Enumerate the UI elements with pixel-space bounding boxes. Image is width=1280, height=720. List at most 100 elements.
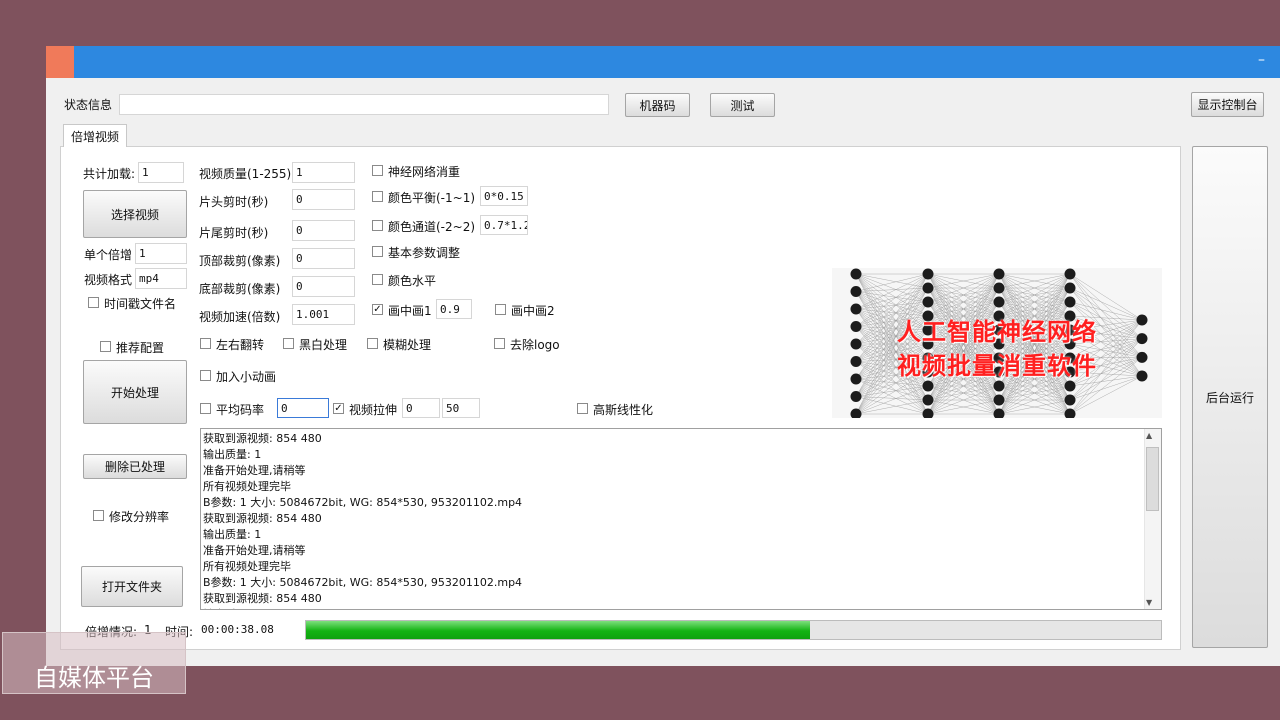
avg-bitrate-checkbox[interactable] [200,403,211,414]
nn-node [993,296,1005,308]
avg-bitrate-field[interactable]: 0 [277,398,329,418]
delete-processed-button[interactable]: 删除已处理 [83,454,187,479]
top-crop-field[interactable]: 0 [292,248,355,269]
black-white-checkbox[interactable] [283,338,294,349]
nn-edge [855,273,929,292]
log-line: 所有视频处理完毕 [203,480,291,493]
bottom-crop-field[interactable]: 0 [292,276,355,297]
pip2-label: 画中画2 [511,304,555,318]
nn-node [922,394,934,406]
video-stretch-checkbox[interactable]: ✓ [333,403,344,414]
neural-dedup-label: 神经网络消重 [388,165,461,179]
machine-code-button[interactable]: 机器码 [625,93,690,117]
stretch-a-field[interactable]: 0 [402,398,440,418]
speed-field[interactable]: 1.001 [292,304,355,325]
nn-node [993,394,1005,406]
nn-node [922,296,934,308]
title-bar[interactable] [46,46,1280,78]
log-line: 获取到源视频: 854 480 [203,512,322,525]
show-console-button[interactable]: 显示控制台 [1191,92,1264,117]
blur-label: 模糊处理 [383,338,432,352]
status-label: 状态信息 [64,98,113,112]
log-line: 准备开始处理,请稍等 [203,464,306,477]
color-balance-checkbox[interactable] [372,191,383,202]
quality-field[interactable]: 1 [292,162,355,183]
nn-node [922,282,934,294]
video-stretch-label: 视频拉伸 [349,403,398,417]
flip-lr-checkbox[interactable] [200,338,211,349]
bottom-crop-label: 底部裁剪(像素) [199,282,281,296]
add-animation-label: 加入小动画 [216,370,277,384]
nn-node [1064,296,1076,308]
color-channel-checkbox[interactable] [372,220,383,231]
tail-cut-field[interactable]: 0 [292,220,355,241]
speed-label: 视频加速(倍数) [199,310,281,324]
timestamp-filename-label: 时间戳文件名 [104,297,177,311]
nn-node [850,391,862,402]
log-scrollbar[interactable]: ▲ ▼ [1144,429,1161,609]
status-field[interactable] [119,94,609,115]
color-channel-field[interactable]: 0.7*1.2 [480,215,528,235]
head-cut-label: 片头剪时(秒) [199,195,269,209]
gauss-linear-checkbox[interactable] [577,403,588,414]
start-processing-button[interactable]: 开始处理 [83,360,187,424]
watermark-overlay: 自媒体平台 [2,632,186,694]
nn-node [1064,394,1076,406]
stretch-b-field[interactable]: 50 [442,398,480,418]
nn-edge [855,273,929,289]
test-button[interactable]: 测试 [710,93,775,117]
total-loaded-field[interactable]: 1 [138,162,184,183]
color-balance-field[interactable]: 0*0.15 [480,186,528,206]
recommended-config-checkbox[interactable] [100,341,111,352]
add-animation-checkbox[interactable] [200,370,211,381]
banner-line2: 视频批量消重软件 [897,352,1097,380]
pip1-checkbox[interactable]: ✓ [372,304,383,315]
log-line: 输出质量: 1 [203,528,262,541]
quality-label: 视频质量(1-255) [199,167,292,181]
neural-dedup-checkbox[interactable] [372,165,383,176]
nn-node [993,282,1005,294]
pip1-field[interactable]: 0.9 [436,299,472,319]
log-line: 准备开始处理,请稍等 [203,544,306,557]
scroll-down-icon[interactable]: ▼ [1146,598,1152,607]
modify-resolution-checkbox[interactable] [93,510,104,521]
scrollbar-thumb[interactable] [1146,447,1159,511]
background-run-button[interactable]: 后台运行 [1192,146,1268,648]
remove-logo-checkbox[interactable] [494,338,505,349]
minimize-icon[interactable]: – [1258,52,1265,68]
video-format-field[interactable]: mp4 [135,268,187,289]
color-level-checkbox[interactable] [372,274,383,285]
top-crop-label: 顶部裁剪(像素) [199,254,281,268]
log-line: B参数: 1 大小: 5084672bit, WG: 854*530, 9532… [203,496,523,509]
nn-edge [855,399,929,415]
basic-params-checkbox[interactable] [372,246,383,257]
log-line: 输出质量: 1 [203,448,262,461]
timestamp-filename-checkbox[interactable] [88,297,99,308]
gauss-linear-label: 高斯线性化 [593,403,654,417]
open-folder-button[interactable]: 打开文件夹 [81,566,183,607]
scroll-up-icon[interactable]: ▲ [1146,431,1152,440]
black-white-label: 黑白处理 [299,338,348,352]
blur-checkbox[interactable] [367,338,378,349]
avg-bitrate-label: 平均码率 [216,403,265,417]
nn-node [993,268,1005,280]
color-level-label: 颜色水平 [388,274,437,288]
log-line: 所有视频处理完毕 [203,560,291,573]
nn-node [850,286,862,297]
color-balance-label: 颜色平衡(-1~1) [388,191,476,205]
modify-resolution-label: 修改分辨率 [109,510,170,524]
pip2-checkbox[interactable] [495,304,506,315]
basic-params-label: 基本参数调整 [388,246,461,260]
nn-node [1064,268,1076,280]
nn-node [1064,282,1076,294]
single-multiplier-field[interactable]: 1 [135,243,187,264]
nn-node [1064,380,1076,392]
nn-node [922,380,934,392]
head-cut-field[interactable]: 0 [292,189,355,210]
log-output[interactable]: 获取到源视频: 854 480 输出质量: 1 准备开始处理,请稍等 所有视频处理完毕… [200,428,1162,610]
select-video-button[interactable]: 选择视频 [83,190,187,238]
color-channel-label: 颜色通道(-2~2) [388,220,476,234]
tab-multiply-video[interactable]: 倍增视频 [63,124,127,147]
neural-network-banner: 人工智能神经网络 视频批量消重软件 [832,268,1162,418]
recommended-config-label: 推荐配置 [116,341,165,355]
